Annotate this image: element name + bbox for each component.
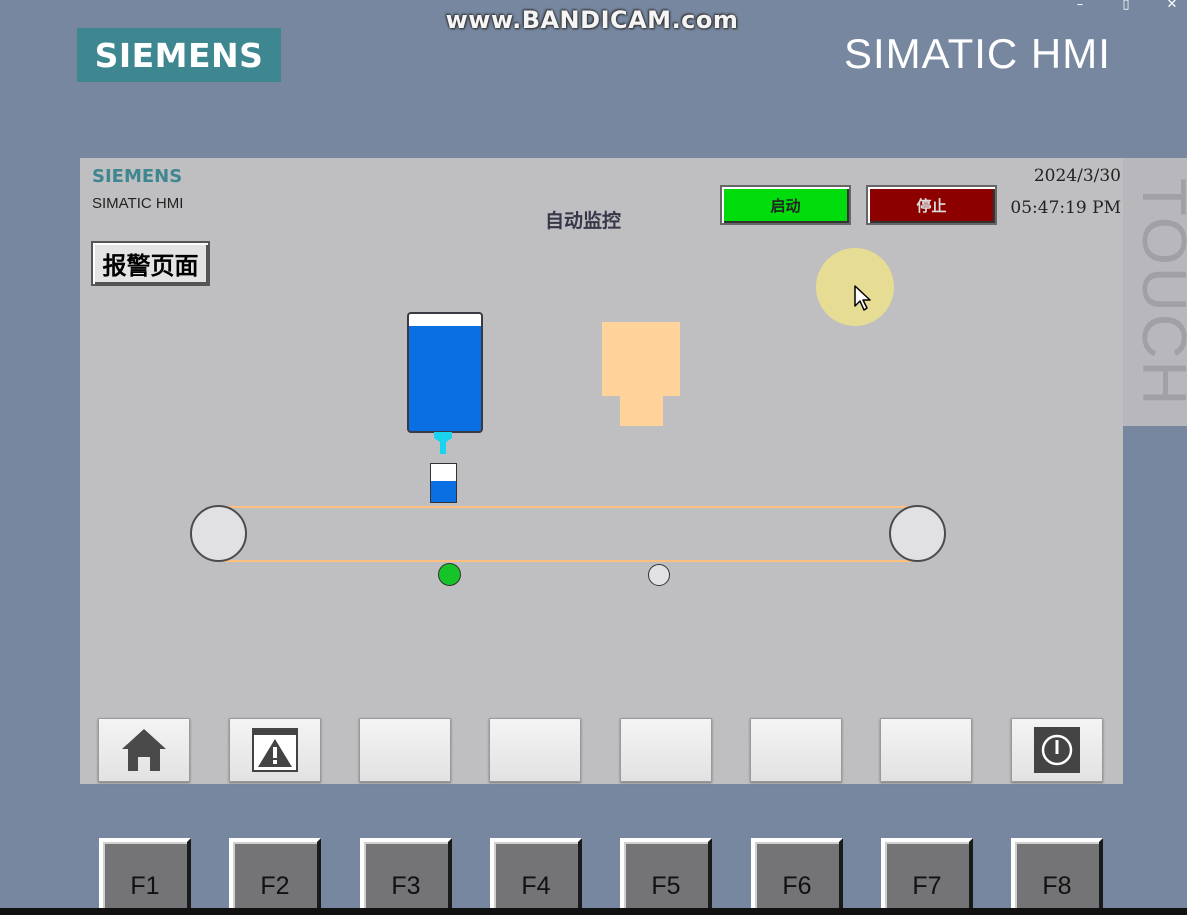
conveyor-roller-left bbox=[190, 505, 247, 562]
watermark: www.BANDICAM.com bbox=[445, 6, 739, 34]
function-key-f3[interactable]: F3 bbox=[360, 838, 452, 915]
nav-button-3[interactable] bbox=[359, 718, 451, 782]
screen-subtitle: SIMATIC HMI bbox=[92, 195, 184, 212]
nav-button-7[interactable] bbox=[880, 718, 972, 782]
capping-head bbox=[620, 396, 663, 426]
alarm-view-button[interactable] bbox=[229, 718, 321, 782]
power-icon bbox=[1034, 727, 1080, 773]
home-button[interactable] bbox=[98, 718, 190, 782]
function-key-f2[interactable]: F2 bbox=[229, 838, 321, 915]
minimize-icon[interactable]: – bbox=[1070, 0, 1090, 12]
capping-sensor-indicator bbox=[648, 564, 670, 586]
nav-button-4[interactable] bbox=[489, 718, 581, 782]
function-key-f7[interactable]: F7 bbox=[881, 838, 973, 915]
start-button[interactable]: 启动 bbox=[720, 185, 851, 225]
capping-station bbox=[602, 322, 680, 396]
bottle bbox=[430, 463, 457, 503]
maximize-icon[interactable]: ▯ bbox=[1116, 0, 1136, 12]
bottom-bar bbox=[0, 908, 1187, 915]
time-display: 05:47:19 PM bbox=[1010, 198, 1121, 218]
hmi-screen: SIEMENS SIMATIC HMI 自动监控 2024/3/30 05:47… bbox=[80, 158, 1123, 784]
device-brand-logo: SIEMENS bbox=[77, 28, 281, 82]
screen-logo: SIEMENS bbox=[92, 166, 183, 187]
conveyor-roller-right bbox=[889, 505, 946, 562]
function-key-f4[interactable]: F4 bbox=[490, 838, 582, 915]
date-display: 2024/3/30 bbox=[1033, 166, 1121, 186]
filling-tank bbox=[407, 312, 483, 433]
conveyor-belt-top bbox=[219, 506, 924, 508]
close-icon[interactable]: ✕ bbox=[1162, 0, 1182, 12]
home-icon bbox=[122, 729, 166, 771]
filling-nozzle-icon bbox=[434, 432, 452, 454]
touch-side-strip: TOUCH bbox=[1123, 158, 1187, 426]
tank-empty-space bbox=[409, 314, 481, 326]
function-key-f6[interactable]: F6 bbox=[751, 838, 843, 915]
bottle-liquid-level bbox=[431, 481, 456, 502]
nav-button-6[interactable] bbox=[750, 718, 842, 782]
touch-label: TOUCH bbox=[1129, 178, 1187, 408]
alarm-view-icon bbox=[252, 728, 298, 772]
filling-sensor-indicator bbox=[438, 563, 461, 586]
device-model-label: SIMATIC HMI bbox=[844, 30, 1111, 77]
function-key-f8[interactable]: F8 bbox=[1011, 838, 1103, 915]
conveyor-belt-bottom bbox=[219, 560, 924, 562]
nav-button-5[interactable] bbox=[620, 718, 712, 782]
function-key-f5[interactable]: F5 bbox=[620, 838, 712, 915]
alarm-page-button[interactable]: 报警页面 bbox=[91, 241, 210, 286]
mouse-cursor-icon bbox=[854, 285, 871, 311]
function-key-f1[interactable]: F1 bbox=[99, 838, 191, 915]
stop-button[interactable]: 停止 bbox=[866, 185, 997, 225]
power-button[interactable] bbox=[1011, 718, 1103, 782]
page-title: 自动监控 bbox=[545, 210, 622, 232]
